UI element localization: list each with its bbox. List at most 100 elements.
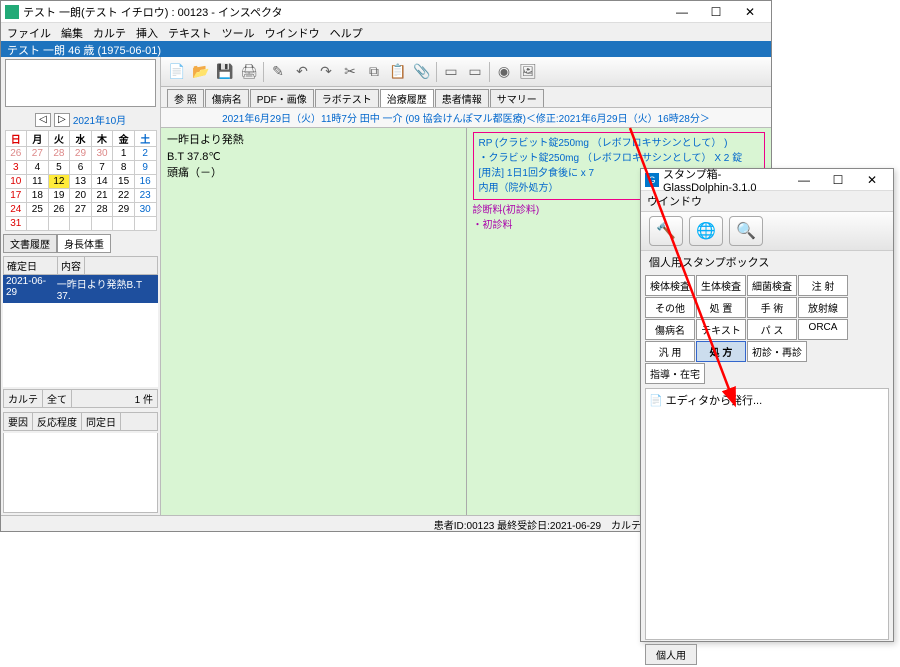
stamp-cat-12[interactable]: 汎 用: [645, 341, 695, 362]
cal-day[interactable]: 1: [113, 147, 135, 161]
cut-button[interactable]: ✂: [340, 62, 360, 82]
stamp-cat-7[interactable]: 放射線: [798, 297, 848, 318]
new-button[interactable]: 📄: [167, 62, 187, 82]
cal-day[interactable]: 19: [48, 189, 70, 203]
stamp-cat-13[interactable]: 処 方: [696, 341, 746, 362]
cal-day[interactable]: 8: [113, 161, 135, 175]
cal-day[interactable]: 26: [5, 147, 27, 161]
copy-button[interactable]: ⧉: [364, 62, 384, 82]
stamp-cat-2[interactable]: 細菌検査: [747, 275, 797, 296]
stamp-item-editor-publish[interactable]: 📄 エディタから発行...: [649, 392, 885, 408]
cal-day[interactable]: 4: [27, 161, 49, 175]
menu-ヘルプ[interactable]: ヘルプ: [330, 25, 363, 39]
stamp-cat-8[interactable]: 傷病名: [645, 319, 695, 340]
cal-day[interactable]: 11: [27, 175, 49, 189]
soap-panel[interactable]: 一昨日より発熱 B.T 37.8℃ 頭痛（－）: [161, 128, 467, 515]
menu-テキスト[interactable]: テキスト: [168, 25, 212, 39]
stamp-cat-10[interactable]: パ ス: [747, 319, 797, 340]
stamp-cat-11[interactable]: ORCA: [798, 319, 848, 340]
minimize-button[interactable]: —: [665, 2, 699, 22]
menu-ファイル[interactable]: ファイル: [7, 25, 51, 39]
open-button[interactable]: 📂: [191, 62, 211, 82]
menu-ツール[interactable]: ツール: [222, 25, 255, 39]
stamp-cat-3[interactable]: 注 射: [798, 275, 848, 296]
menu-挿入[interactable]: 挿入: [136, 25, 158, 39]
stamp-cat-4[interactable]: その他: [645, 297, 695, 318]
tab-6[interactable]: サマリー: [490, 89, 544, 107]
print-button[interactable]: 🖨: [239, 62, 259, 82]
close-button[interactable]: ✕: [733, 2, 767, 22]
cal-day[interactable]: [27, 217, 49, 231]
image-button[interactable]: 🖼: [518, 62, 538, 82]
stamp-tool-hammer-icon[interactable]: 🔨: [649, 216, 683, 246]
cal-day[interactable]: 27: [27, 147, 49, 161]
cal-day[interactable]: 24: [5, 203, 27, 217]
menu-編集[interactable]: 編集: [61, 25, 83, 39]
cal-day[interactable]: 29: [70, 147, 92, 161]
edit-button[interactable]: ✎: [268, 62, 288, 82]
cal-day[interactable]: 28: [91, 203, 113, 217]
cal-day[interactable]: [91, 217, 113, 231]
cal-day[interactable]: [70, 217, 92, 231]
stamp-cat-16[interactable]: 指導・在宅: [645, 363, 705, 384]
cal-day[interactable]: 5: [48, 161, 70, 175]
stamp-tab-personal[interactable]: 個人用: [645, 644, 697, 665]
cal-day[interactable]: [113, 217, 135, 231]
redo-button[interactable]: ↷: [316, 62, 336, 82]
stamp-maximize-button[interactable]: ☐: [821, 170, 855, 190]
stamp-cat-9[interactable]: テキスト: [696, 319, 746, 340]
undo-button[interactable]: ↶: [292, 62, 312, 82]
stamp-cat-6[interactable]: 手 術: [747, 297, 797, 318]
cal-day[interactable]: 23: [134, 189, 156, 203]
maximize-button[interactable]: ☐: [699, 2, 733, 22]
menu-ウインドウ[interactable]: ウインドウ: [265, 25, 320, 39]
cal-day[interactable]: 26: [48, 203, 70, 217]
cal-day[interactable]: 31: [5, 217, 27, 231]
tab-doc-history[interactable]: 文書履歴: [3, 234, 57, 253]
menu-カルテ[interactable]: カルテ: [93, 25, 126, 39]
stamp-cat-0[interactable]: 検体検査: [645, 275, 695, 296]
stamp-cat-1[interactable]: 生体検査: [696, 275, 746, 296]
cal-day[interactable]: 6: [70, 161, 92, 175]
tab-5[interactable]: 患者情報: [435, 89, 489, 107]
calendar[interactable]: 日月火水木金土262728293012345678910111213141516…: [5, 130, 157, 231]
tab-height-weight[interactable]: 身長体重: [57, 234, 111, 253]
cal-day[interactable]: 9: [134, 161, 156, 175]
cal-day[interactable]: 10: [5, 175, 27, 189]
clip-button[interactable]: 📎: [412, 62, 432, 82]
filter-karte[interactable]: カルテ: [4, 390, 43, 407]
cal-day[interactable]: 2: [134, 147, 156, 161]
tab-0[interactable]: 参 照: [167, 89, 204, 107]
cal-day[interactable]: [48, 217, 70, 231]
cal-day[interactable]: 29: [113, 203, 135, 217]
cal-day[interactable]: 30: [91, 147, 113, 161]
document-thumbnail[interactable]: [5, 59, 156, 107]
calendar-month-label[interactable]: 2021年10月: [73, 112, 126, 127]
cal-day[interactable]: 13: [70, 175, 92, 189]
save-button[interactable]: 💾: [215, 62, 235, 82]
cal-day[interactable]: 27: [70, 203, 92, 217]
cal-day[interactable]: 16: [134, 175, 156, 189]
cal-day[interactable]: 28: [48, 147, 70, 161]
cal-day[interactable]: 22: [113, 189, 135, 203]
cal-day[interactable]: [134, 217, 156, 231]
filter-all[interactable]: 全て: [43, 390, 72, 407]
stamp-menu-window[interactable]: ウインドウ: [641, 191, 893, 211]
cal-day[interactable]: 3: [5, 161, 27, 175]
cal-day[interactable]: 15: [113, 175, 135, 189]
cal-prev-button[interactable]: ◁: [35, 113, 51, 127]
cal-day[interactable]: 18: [27, 189, 49, 203]
tab-2[interactable]: PDF・画像: [250, 89, 314, 107]
stamp-tool-search-icon[interactable]: 🔍: [729, 216, 763, 246]
cal-day[interactable]: 20: [70, 189, 92, 203]
tab-1[interactable]: 傷病名: [205, 89, 249, 107]
stamp-close-button[interactable]: ✕: [855, 170, 889, 190]
stamp-cat-5[interactable]: 処 置: [696, 297, 746, 318]
stamp-button[interactable]: ◉: [494, 62, 514, 82]
history-row[interactable]: 2021-06-29 一昨日より発熱B.T 37.: [3, 275, 158, 303]
cal-day[interactable]: 21: [91, 189, 113, 203]
tab-4[interactable]: 治療履歴: [380, 89, 434, 107]
cal-day[interactable]: 7: [91, 161, 113, 175]
paste-button[interactable]: 📋: [388, 62, 408, 82]
cal-day[interactable]: 30: [134, 203, 156, 217]
